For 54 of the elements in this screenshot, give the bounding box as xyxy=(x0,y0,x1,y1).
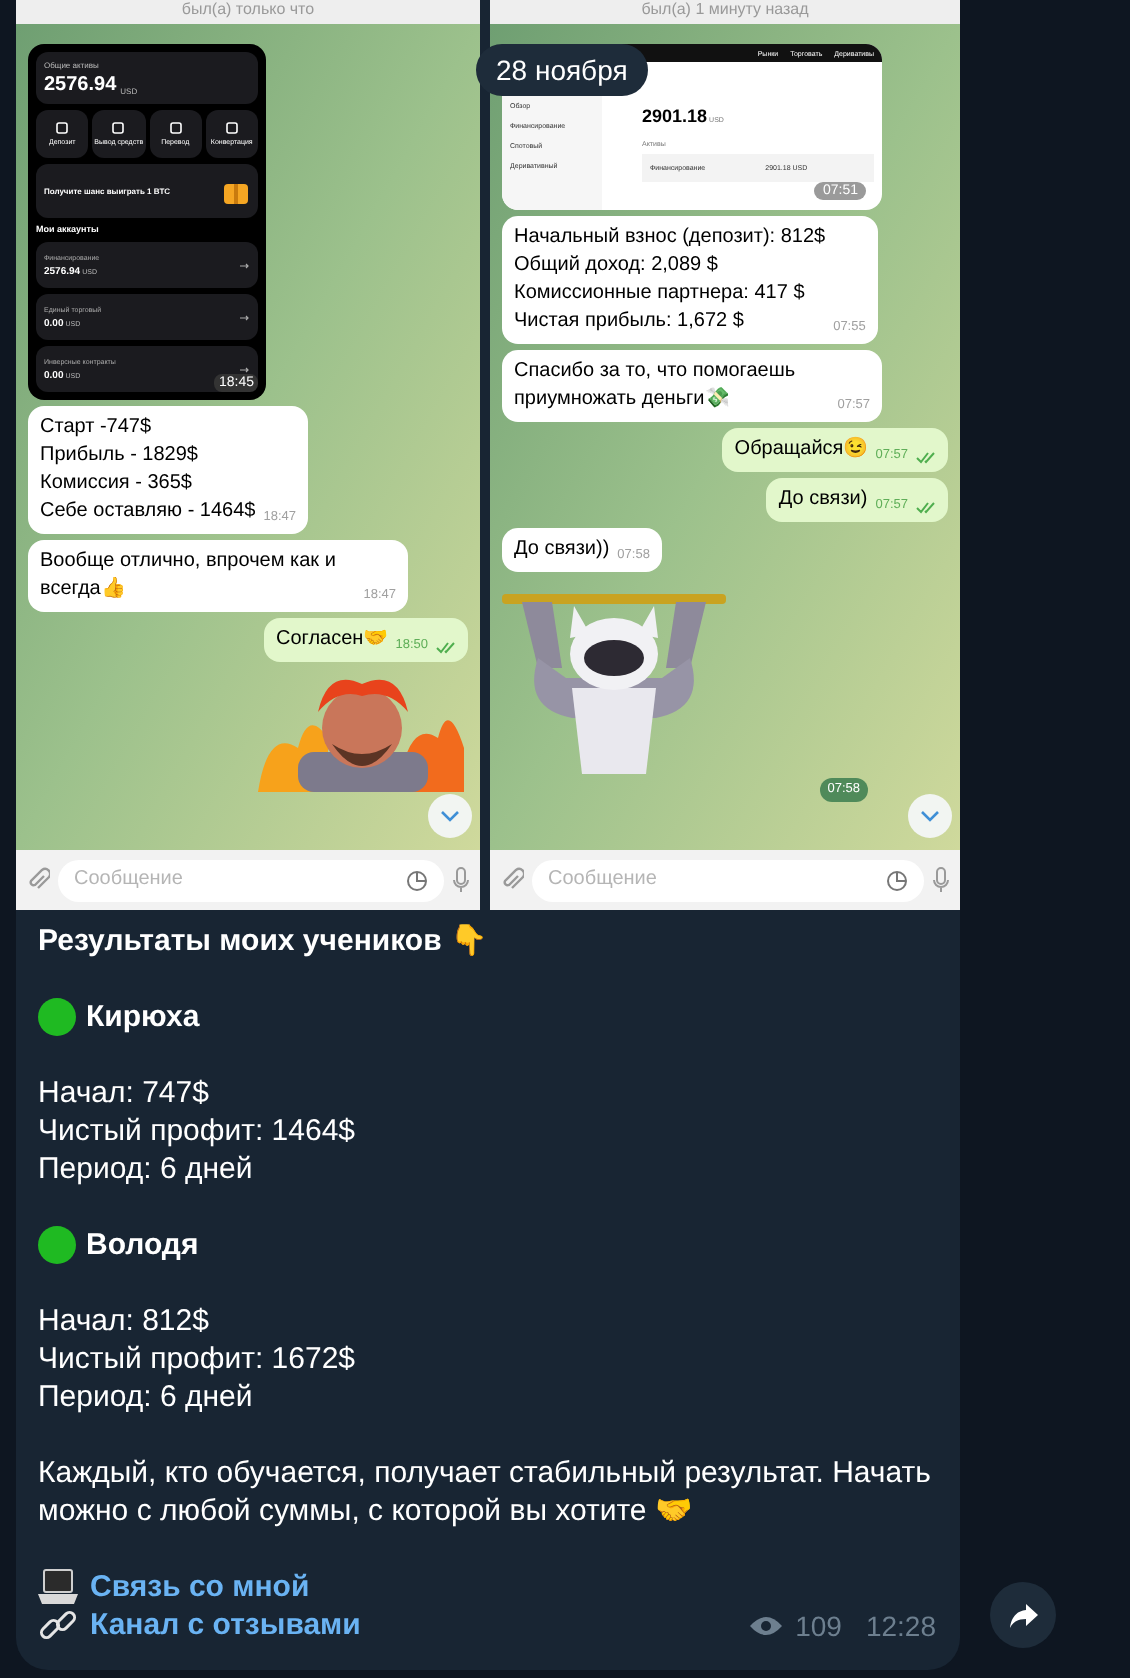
closing-paragraph: Каждый, кто обучается, получает стабильный результат. Начать можно с любой суммы, с которой вы хотите 🤝 xyxy=(38,1454,933,1530)
laptop-icon xyxy=(38,1568,78,1606)
arrow-icon xyxy=(240,261,250,269)
chevron-down-icon xyxy=(440,810,460,822)
field-placeholder: Сообщение xyxy=(548,868,657,892)
balance-amount: 2576.94 xyxy=(44,74,117,96)
microphone-icon[interactable] xyxy=(932,866,950,894)
double-check-icon xyxy=(916,452,936,464)
scroll-down-button[interactable] xyxy=(908,794,952,838)
result-line: Чистый профит: 1672$ xyxy=(38,1340,358,1378)
field-placeholder: Сообщение xyxy=(74,868,183,892)
link-icon xyxy=(38,1606,78,1644)
message-text: До связи)) xyxy=(514,536,610,564)
post-title: Результаты моих учеников 👇 xyxy=(38,922,490,960)
last-seen-status: был(а) 1 минуту назад xyxy=(641,0,809,20)
view-count: 109 xyxy=(795,1608,842,1644)
arrow-icon xyxy=(240,365,250,373)
action-icon xyxy=(112,122,125,134)
post-time: 12:28 xyxy=(865,1608,936,1644)
message-text: Вообще отлично, впрочем как и всегда👍 xyxy=(40,548,338,604)
arrow-icon xyxy=(240,313,250,321)
scroll-down-button[interactable] xyxy=(428,794,472,838)
paperclip-icon[interactable] xyxy=(26,866,50,894)
message-text: Спасибо за то, что помогаешь приумножать деньги💸 xyxy=(514,358,798,414)
share-arrow-icon xyxy=(1007,1601,1039,1629)
student-name: Кирюха xyxy=(86,998,200,1036)
message-text: Начальный взнос (депозит): 812$ Общий доход: 2,089 $ Комиссионные партнера: 417 $ Чистая прибыль: 1,672 $ xyxy=(514,224,826,336)
result-line: Чистый профит: 1464$ xyxy=(38,1112,358,1150)
sticker-icon[interactable] xyxy=(886,869,908,891)
student-name: Володя xyxy=(86,1226,199,1264)
message-text: Старт -747$ Прибыль - 1829$ Комиссия - 365$ Себе оставляю - 1464$ xyxy=(40,414,256,526)
sticker-icon[interactable] xyxy=(406,869,428,891)
chevron-down-icon xyxy=(920,810,940,822)
channel-link[interactable]: Канал с отзывами xyxy=(90,1606,361,1644)
channel-link[interactable]: Связь со мной xyxy=(90,1568,310,1606)
eye-icon xyxy=(747,1614,784,1638)
message-text: До связи) xyxy=(778,486,868,514)
last-seen-status: был(а) только что xyxy=(181,0,315,20)
balance-amount: 2901.18 xyxy=(642,106,708,126)
date-badge: 28 ноября xyxy=(476,44,648,96)
action-icon xyxy=(169,122,182,134)
action-icon xyxy=(56,122,69,134)
double-check-icon xyxy=(916,502,936,514)
action-icon xyxy=(225,122,238,134)
message-text: Обращайся😉 xyxy=(734,436,868,464)
forward-button[interactable] xyxy=(990,1582,1056,1648)
result-line: Начал: 747$ xyxy=(38,1074,211,1112)
microphone-icon[interactable] xyxy=(452,866,470,894)
message-text: Согласен🤝 xyxy=(276,626,388,654)
result-line: Период: 6 дней xyxy=(38,1150,255,1188)
double-check-icon xyxy=(436,642,456,654)
result-line: Начал: 812$ xyxy=(38,1302,211,1340)
result-line: Период: 6 дней xyxy=(38,1378,255,1416)
paperclip-icon[interactable] xyxy=(500,866,524,894)
